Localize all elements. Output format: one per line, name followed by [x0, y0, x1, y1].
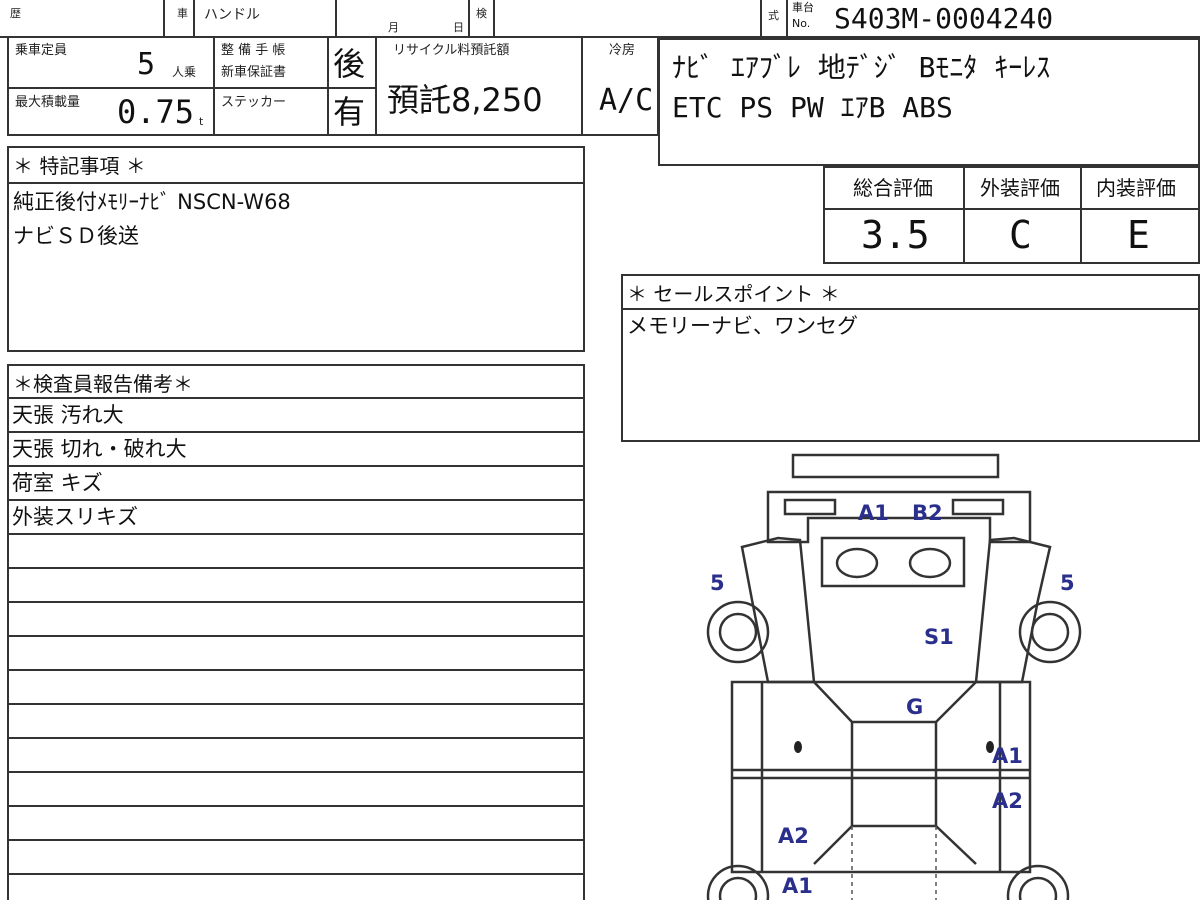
damage-mark-right-rear-a2: A2: [992, 789, 1023, 813]
model-label: 式: [768, 9, 779, 22]
month-label: 月: [388, 21, 399, 34]
inspector-report-line-2: 天張 切れ・破れ大: [12, 437, 187, 461]
history-label: 歴: [10, 7, 21, 20]
special-notes-box: ＊ 特記事項 ＊ 純正後付ﾒﾓﾘｰﾅﾋﾞ NSCN-W68 ナビＳＤ後送: [7, 146, 585, 352]
overall-rating-label: 総合評価: [853, 176, 933, 200]
right-front-wheel: [1018, 600, 1082, 664]
damage-mark-hood-s1: S1: [924, 625, 954, 649]
ratings-box: 総合評価 外装評価 内装評価 3.5 C E: [823, 166, 1200, 264]
recycle-value: 預託8,250: [387, 81, 543, 119]
max-load-unit: t: [199, 115, 204, 128]
vehicle-damage-diagram: A1 B2 5 5 S1 G A1 A2 A2 A1: [706, 453, 1082, 900]
sticker-value: 有: [333, 93, 366, 131]
maintenance-label-1: 整 備 手 帳: [221, 43, 286, 58]
day-label: 日: [453, 21, 464, 34]
max-load-label: 最大積載量: [15, 95, 81, 110]
capacity-unit: 人乗: [172, 65, 197, 79]
handle-label: ハンドル: [204, 7, 260, 23]
windshield-frame: [820, 536, 966, 588]
chassis-label-bottom: No.: [792, 17, 811, 30]
exterior-rating-label: 外装評価: [980, 176, 1060, 200]
damage-mark-right-front-wheel: 5: [1060, 571, 1075, 595]
damage-mark-left-front-wheel: 5: [710, 571, 725, 595]
special-notes-line-1: 純正後付ﾒﾓﾘｰﾅﾋﾞ NSCN-W68: [13, 190, 291, 214]
equipment-box: ﾅﾋﾞ ｴｱﾌﾞﾚ 地ﾃﾞｼﾞ Bﾓﾆﾀ ｷｰﾚｽ ETC PS PW ｴｱB …: [658, 38, 1200, 166]
special-notes-title: ＊ 特記事項 ＊: [13, 154, 146, 178]
chassis-label-top: 車台: [792, 1, 814, 14]
sales-point-title: ＊ セールスポイント ＊: [627, 282, 840, 306]
sales-point-box: ＊ セールスポイント ＊ メモリーナビ、ワンセグ: [621, 274, 1200, 442]
spec-grid: 乗車定員 5 人乗 最大積載量 0.75 t 整 備 手 帳 新車保証書 後 ス…: [7, 38, 659, 136]
equipment-line-2: ETC PS PW ｴｱB ABS: [672, 91, 953, 124]
capacity-value: 5: [137, 47, 156, 82]
recycle-label: リサイクル料預託額: [393, 43, 510, 58]
inspector-report-line-3: 荷室 キズ: [12, 471, 103, 495]
inspector-report-line-1: 天張 汚れ大: [12, 403, 124, 427]
right-headlight: [951, 498, 1005, 516]
car-label: 車: [177, 7, 188, 20]
left-headlight: [783, 498, 837, 516]
equipment-line-1: ﾅﾋﾞ ｴｱﾌﾞﾚ 地ﾃﾞｼﾞ Bﾓﾆﾀ ｷｰﾚｽ: [672, 51, 1051, 84]
cooling-label: 冷房: [609, 43, 636, 58]
maintenance-label-2: 新車保証書: [221, 65, 287, 80]
chassis-number: S403M-0004240: [834, 2, 1054, 35]
interior-rating-value: E: [1127, 213, 1150, 257]
damage-mark-left-rear-a2: A2: [778, 824, 809, 848]
damage-mark-windshield-a1: A1: [858, 501, 889, 525]
maintenance-value: 後: [333, 45, 366, 83]
left-fender: [740, 536, 816, 684]
left-mirror-oval: [835, 547, 879, 579]
max-load-value: 0.75: [117, 93, 195, 131]
damage-mark-roof-g: G: [906, 695, 923, 719]
sticker-label: ステッカー: [221, 95, 287, 110]
top-row: 歴 車 ハンドル 月 日 検 式 車台 No. S403M-0004240: [0, 0, 1200, 38]
exterior-rating-value: C: [1009, 213, 1032, 257]
inspection-label: 検: [476, 7, 487, 20]
overall-rating-value: 3.5: [861, 213, 930, 257]
sales-point-text: メモリーナビ、ワンセグ: [627, 314, 858, 338]
cooling-value: A/C: [599, 83, 654, 118]
interior-rating-label: 内装評価: [1096, 176, 1176, 200]
damage-mark-right-door-a1: A1: [992, 744, 1023, 768]
roof-panel: [850, 720, 938, 828]
inspector-report-line-4: 外装スリキズ: [12, 505, 138, 529]
front-bumper: [791, 453, 1000, 479]
right-mirror-oval: [908, 547, 952, 579]
damage-mark-left-rear-a1: A1: [782, 874, 813, 898]
inspector-report-title: ＊検査員報告備考＊: [13, 372, 193, 396]
special-notes-line-2: ナビＳＤ後送: [13, 224, 139, 248]
damage-mark-windshield-b2: B2: [912, 501, 943, 525]
capacity-label: 乗車定員: [15, 43, 68, 58]
